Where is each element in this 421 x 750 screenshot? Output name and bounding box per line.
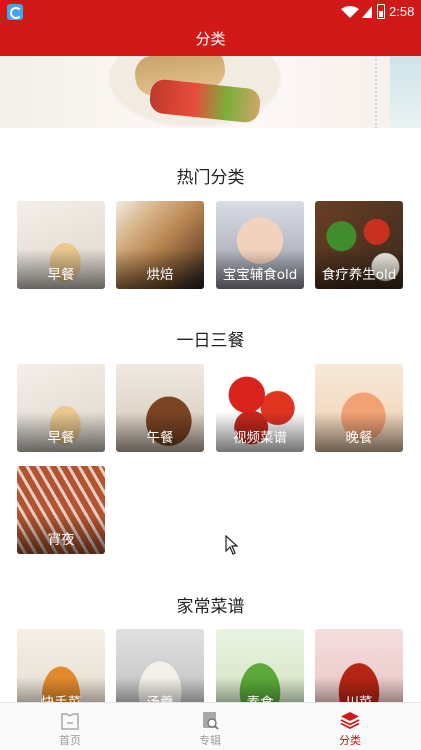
nav-item-album[interactable]: 专辑 [140, 703, 280, 750]
section-title-home-cooking: 家常菜谱 [176, 597, 245, 617]
status-time: 2:58 [389, 4, 415, 19]
category-label: 宵夜 [47, 532, 75, 548]
status-bar: 2:58 [0, 0, 421, 24]
banner-image[interactable] [0, 56, 421, 128]
section-title-hot: 热门分类 [176, 168, 245, 188]
bottom-navigation: 首页 专辑 分类 [0, 702, 421, 750]
category-tile-lunch[interactable]: 午餐 [116, 364, 204, 452]
category-label: 食疗养生old [321, 267, 397, 283]
home-icon [61, 713, 79, 730]
nav-item-home[interactable]: 首页 [0, 703, 140, 750]
nav-label-album: 专辑 [199, 734, 221, 747]
category-tile-dinner[interactable]: 晚餐 [315, 364, 403, 452]
category-tile-late-night-snack[interactable]: 宵夜 [17, 466, 105, 554]
category-layers-icon [340, 712, 360, 730]
category-tile-breakfast[interactable]: 早餐 [17, 201, 105, 289]
category-label: 烘焙 [146, 267, 174, 283]
category-tile-breakfast-meal[interactable]: 早餐 [17, 364, 105, 452]
wifi-icon [341, 6, 359, 18]
category-tile-baking[interactable]: 烘焙 [116, 201, 204, 289]
nav-label-category: 分类 [339, 734, 361, 747]
album-icon [203, 712, 219, 730]
category-label: 早餐 [47, 430, 75, 446]
category-label: 早餐 [47, 267, 75, 283]
app-notification-icon [7, 4, 23, 20]
category-label: 视频菜谱 [233, 430, 287, 446]
category-label: 午餐 [146, 430, 174, 446]
category-tile-health-diet[interactable]: 食疗养生old [315, 201, 403, 289]
banner-divider [375, 56, 383, 128]
mouse-cursor-icon [225, 535, 239, 555]
nav-item-category[interactable]: 分类 [280, 703, 420, 750]
category-tile-baby-food[interactable]: 宝宝辅食old [216, 201, 304, 289]
nav-label-home: 首页 [59, 734, 81, 747]
section-title-three-meals: 一日三餐 [176, 331, 245, 351]
page-title: 分类 [0, 24, 421, 56]
category-tile-video-recipes[interactable]: 视频菜谱 [216, 364, 304, 452]
category-label: 宝宝辅食old [222, 267, 298, 283]
battery-icon [377, 4, 385, 19]
banner-corner [390, 56, 421, 128]
signal-icon [362, 6, 372, 18]
category-label: 晚餐 [345, 430, 373, 446]
